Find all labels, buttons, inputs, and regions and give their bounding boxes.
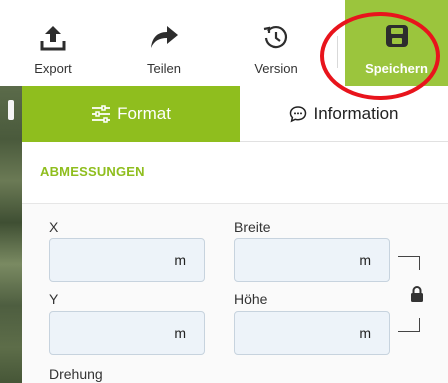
tab-format[interactable]: Format <box>22 86 240 142</box>
tab-format-label: Format <box>117 104 171 123</box>
height-label: Höhe <box>234 291 268 307</box>
version-label: Version <box>254 61 298 76</box>
highlight-circle <box>320 12 440 100</box>
tab-information-label: Information <box>313 103 399 123</box>
tab-information[interactable]: Information <box>240 86 448 142</box>
height-input[interactable]: m <box>234 311 390 355</box>
x-label: X <box>49 219 59 235</box>
sliders-icon <box>91 105 111 123</box>
share-label: Teilen <box>147 61 181 76</box>
export-label: Export <box>34 61 72 76</box>
height-unit: m <box>359 325 371 341</box>
y-unit: m <box>174 325 186 341</box>
lock-icon[interactable] <box>410 286 424 307</box>
aspect-bracket-top <box>398 256 420 270</box>
export-button[interactable]: Export <box>22 0 84 86</box>
left-edge <box>0 0 22 86</box>
aspect-bracket-bottom <box>398 318 420 332</box>
width-label: Breite <box>234 219 271 235</box>
rotation-label: Drehung <box>49 366 103 382</box>
map-preview-strip[interactable] <box>0 86 22 383</box>
version-button[interactable]: Version <box>226 0 326 86</box>
width-input[interactable]: m <box>234 238 390 282</box>
x-unit: m <box>174 252 186 268</box>
upload-icon <box>40 26 66 51</box>
x-input[interactable]: m <box>49 238 205 282</box>
width-unit: m <box>359 252 371 268</box>
y-label: Y <box>49 291 59 307</box>
history-icon <box>263 25 288 49</box>
chat-bubble-icon <box>289 105 307 123</box>
section-title: ABMESSUNGEN <box>40 164 145 179</box>
y-input[interactable]: m <box>49 311 205 355</box>
share-arrow-icon <box>151 26 178 48</box>
dimensions-section-header: ABMESSUNGEN <box>22 142 448 204</box>
share-button[interactable]: Teilen <box>114 0 214 86</box>
